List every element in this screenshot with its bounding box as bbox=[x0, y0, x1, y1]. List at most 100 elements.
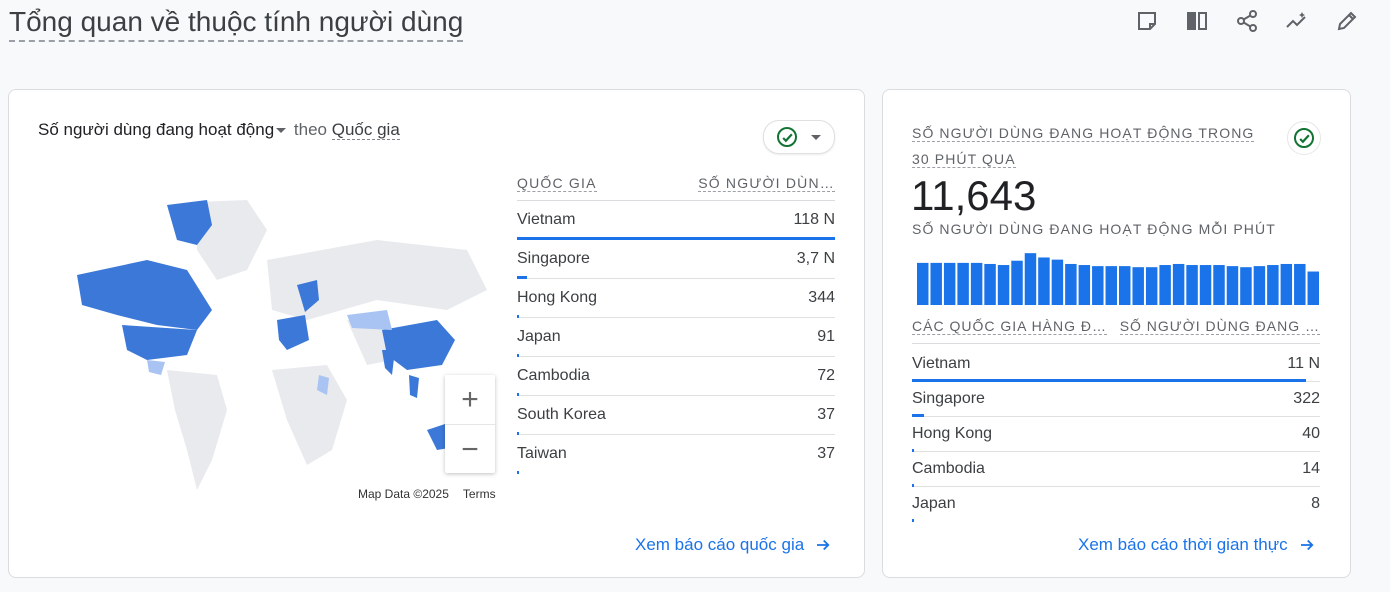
table-row[interactable]: Taiwan 37 bbox=[517, 435, 835, 474]
user-count: 37 bbox=[817, 445, 835, 462]
minute-bar[interactable] bbox=[1078, 265, 1091, 305]
minute-bar[interactable] bbox=[1172, 263, 1185, 305]
user-count: 11 N bbox=[1287, 355, 1320, 372]
user-count: 8 bbox=[1311, 495, 1320, 512]
page-title: Tổng quan về thuộc tính người dùng bbox=[9, 5, 464, 42]
table-row[interactable]: South Korea 37 bbox=[517, 396, 835, 435]
country-name: Hong Kong bbox=[912, 425, 993, 442]
dimension-selector[interactable]: Quốc gia bbox=[331, 120, 400, 140]
arrow-right-icon bbox=[1300, 539, 1314, 551]
country-name: Cambodia bbox=[912, 460, 985, 477]
table-row[interactable]: Cambodia 14 bbox=[912, 452, 1320, 487]
country-name: Japan bbox=[912, 495, 956, 512]
map-footer: Map Data ©2025 Terms bbox=[358, 487, 496, 501]
realtime-table-header: CÁC QUỐC GIA HÀNG Đ… SỐ NGƯỜI DÙNG ĐANG … bbox=[912, 318, 1320, 344]
realtime-label: SỐ NGƯỜI DÙNG ĐANG HOẠT ĐỘNG TRONG 30 PH… bbox=[912, 125, 1255, 168]
map-terms-link[interactable]: Terms bbox=[463, 487, 496, 501]
metric-selector[interactable]: Số người dùng đang hoạt động bbox=[38, 120, 274, 139]
minute-bar[interactable] bbox=[1226, 266, 1239, 305]
minute-bar[interactable] bbox=[1051, 259, 1064, 305]
by-label: theo bbox=[293, 120, 327, 139]
note-icon[interactable] bbox=[1134, 8, 1160, 34]
insights-icon[interactable] bbox=[1284, 8, 1310, 34]
link-label: Xem báo cáo thời gian thực bbox=[1078, 535, 1288, 554]
col-country-header[interactable]: QUỐC GIA bbox=[517, 175, 597, 192]
user-count: 14 bbox=[1302, 460, 1320, 477]
minute-bar[interactable] bbox=[1065, 263, 1077, 305]
col-users-header[interactable]: SỐ NGƯỜI DÙN… bbox=[698, 175, 835, 192]
share-icon[interactable] bbox=[1234, 8, 1260, 34]
arrow-right-icon bbox=[817, 539, 830, 551]
minute-bar[interactable] bbox=[1145, 267, 1158, 305]
data-quality-button[interactable] bbox=[763, 120, 835, 154]
minute-bar[interactable] bbox=[1132, 267, 1144, 305]
user-count: 72 bbox=[817, 367, 835, 384]
minute-bar[interactable] bbox=[984, 263, 996, 305]
world-map[interactable] bbox=[47, 200, 507, 500]
card-title: Số người dùng đang hoạt động theo Quốc g… bbox=[38, 120, 400, 140]
minute-bar[interactable] bbox=[957, 262, 969, 305]
chevron-down-icon bbox=[811, 134, 821, 140]
share-bar bbox=[912, 519, 915, 522]
minute-bar[interactable] bbox=[943, 262, 956, 305]
minute-bar[interactable] bbox=[917, 262, 929, 305]
col-users-header[interactable]: SỐ NGƯỜI DÙNG ĐANG … bbox=[1119, 318, 1320, 335]
link-label: Xem báo cáo quốc gia bbox=[635, 535, 805, 554]
country-name: Singapore bbox=[517, 250, 590, 267]
toolbar bbox=[1134, 8, 1360, 34]
table-row[interactable]: Hong Kong 344 bbox=[517, 279, 835, 318]
minute-bar[interactable] bbox=[1199, 265, 1212, 305]
per-minute-chart[interactable] bbox=[917, 251, 1319, 305]
table-row[interactable]: Vietnam 11 N bbox=[912, 347, 1320, 382]
country-name: Vietnam bbox=[912, 355, 971, 372]
user-count: 322 bbox=[1293, 390, 1320, 407]
minute-bar[interactable] bbox=[1159, 265, 1171, 305]
zoom-in-button[interactable]: + bbox=[445, 375, 495, 424]
table-row[interactable]: Vietnam 118 N bbox=[517, 201, 835, 240]
view-country-report-link[interactable]: Xem báo cáo quốc gia bbox=[635, 535, 832, 555]
user-count: 40 bbox=[1302, 425, 1320, 442]
check-circle-icon bbox=[777, 127, 797, 147]
country-name: Vietnam bbox=[517, 211, 576, 228]
map-data-label: Map Data ©2025 bbox=[358, 487, 449, 501]
minute-bar[interactable] bbox=[1011, 260, 1023, 305]
view-realtime-report-link[interactable]: Xem báo cáo thời gian thực bbox=[1078, 535, 1316, 555]
table-row[interactable]: Cambodia 72 bbox=[517, 357, 835, 396]
country-name: Cambodia bbox=[517, 367, 590, 384]
user-count: 37 bbox=[817, 406, 835, 423]
edit-icon[interactable] bbox=[1334, 8, 1360, 34]
minute-bar[interactable] bbox=[970, 262, 983, 305]
minute-bar[interactable] bbox=[1240, 267, 1252, 305]
share-bar bbox=[517, 471, 519, 474]
compare-icon[interactable] bbox=[1184, 8, 1210, 34]
country-name: Taiwan bbox=[517, 445, 567, 462]
minute-bar[interactable] bbox=[1307, 271, 1319, 305]
table-row[interactable]: Japan 8 bbox=[912, 487, 1320, 522]
minute-bar[interactable] bbox=[1253, 266, 1266, 305]
table-row[interactable]: Japan 91 bbox=[517, 318, 835, 357]
minute-bar[interactable] bbox=[997, 265, 1010, 305]
zoom-out-button[interactable]: − bbox=[445, 424, 495, 474]
col-country-header[interactable]: CÁC QUỐC GIA HÀNG Đ… bbox=[912, 318, 1108, 335]
chevron-down-icon[interactable] bbox=[276, 128, 287, 134]
minute-bar[interactable] bbox=[1105, 266, 1117, 305]
data-quality-button[interactable] bbox=[1287, 121, 1321, 155]
minute-bar[interactable] bbox=[1024, 253, 1037, 305]
table-row[interactable]: Singapore 3,7 N bbox=[517, 240, 835, 279]
minute-bar[interactable] bbox=[1092, 266, 1104, 305]
minute-bar[interactable] bbox=[1294, 263, 1306, 305]
minute-bar[interactable] bbox=[1038, 257, 1050, 305]
user-count: 344 bbox=[808, 289, 835, 306]
minute-bar[interactable] bbox=[1280, 263, 1293, 305]
per-minute-label: SỐ NGƯỜI DÙNG ĐANG HOẠT ĐỘNG MỖI PHÚT bbox=[912, 221, 1276, 237]
minute-bar[interactable] bbox=[1267, 265, 1279, 305]
minute-bar[interactable] bbox=[1119, 266, 1131, 305]
minute-bar[interactable] bbox=[1186, 265, 1198, 305]
minute-bar[interactable] bbox=[930, 262, 942, 305]
country-name: South Korea bbox=[517, 406, 606, 423]
minute-bar[interactable] bbox=[1213, 265, 1225, 305]
active-users-total: 11,643 bbox=[911, 172, 1037, 219]
table-row[interactable]: Singapore 322 bbox=[912, 382, 1320, 417]
table-row[interactable]: Hong Kong 40 bbox=[912, 417, 1320, 452]
table-header: QUỐC GIA SỐ NGƯỜI DÙN… bbox=[517, 175, 835, 201]
